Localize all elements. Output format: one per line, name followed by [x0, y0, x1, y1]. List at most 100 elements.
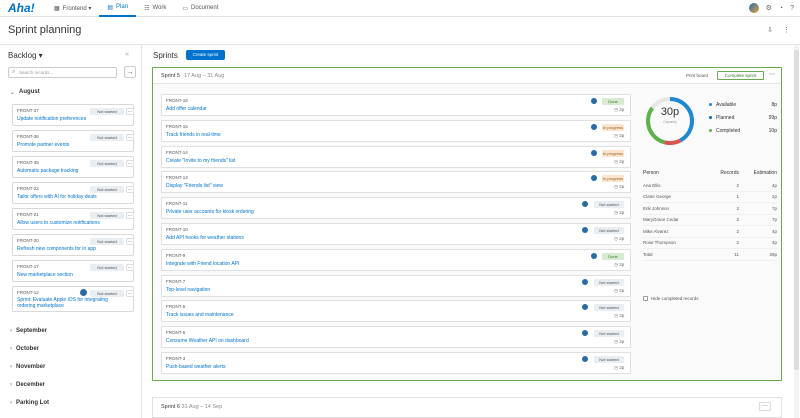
record-name[interactable]: Automatic package tracking	[17, 168, 127, 174]
backlog-search-input[interactable]: ⌕ Search records...	[8, 67, 117, 78]
status-badge[interactable]: Not started	[90, 290, 124, 297]
record-name[interactable]: Update notification preferences	[17, 116, 127, 122]
backlog-record[interactable]: FRONT-35 Not started … Automatic package…	[12, 156, 134, 178]
sprint-record[interactable]: FRONT-13 In progress Display "Friends list…	[161, 171, 631, 194]
record-name[interactable]: Consume Weather API on dashboard	[166, 338, 249, 344]
record-name[interactable]: New marketplace section	[17, 272, 127, 278]
backlog-title[interactable]: Backlog ▾	[8, 51, 43, 60]
more-icon[interactable]: ⋮	[783, 26, 790, 34]
assignee-avatar[interactable]	[582, 278, 588, 285]
more-button[interactable]: …	[126, 212, 134, 219]
status-badge[interactable]: Done	[602, 252, 624, 260]
backlog-record[interactable]: FRONT-20 Not started … Refresh new compo…	[12, 234, 134, 256]
tab-frontend[interactable]: ▦ Frontend ▾	[46, 0, 99, 17]
status-badge[interactable]: Not started	[594, 356, 624, 363]
help-icon[interactable]: ?	[790, 5, 794, 12]
month-august[interactable]: ⌄ August	[10, 89, 40, 96]
status-badge[interactable]: Not started	[594, 278, 624, 286]
record-name[interactable]: Sprint: Evaluate Apple iOS for integrati…	[17, 297, 127, 309]
status-badge[interactable]: In progress	[602, 175, 624, 183]
record-name[interactable]: Refresh new components for in app	[17, 246, 127, 252]
sprint-name[interactable]: Sprint 5	[161, 73, 180, 79]
record-name[interactable]: Integrate with Friend location API	[166, 261, 239, 267]
more-button[interactable]: …	[126, 290, 134, 297]
month-october[interactable]: › October	[10, 346, 39, 352]
aha-logo[interactable]: Aha!	[8, 1, 46, 15]
record-name[interactable]: Top-level navigation	[166, 287, 210, 293]
assignee-avatar[interactable]	[591, 98, 597, 104]
record-name[interactable]: Private user accounts for kiosk ordering	[166, 209, 254, 215]
settings-icon[interactable]: ⚙	[766, 4, 772, 12]
more-icon[interactable]: ⋯	[769, 71, 775, 78]
sprint-record[interactable]: FRONT-9 Done Integrate with Friend locatio…	[161, 248, 631, 271]
more-button[interactable]: …	[126, 108, 134, 115]
add-record-button[interactable]: →	[124, 66, 136, 78]
record-name[interactable]: Display "Friends list" view	[166, 183, 223, 189]
sprint-record[interactable]: FRONT-18 Done Add offer calendar ◷ 2p	[161, 94, 631, 116]
record-name[interactable]: Add API hooks for weather stations	[166, 235, 244, 241]
assignee-avatar[interactable]	[582, 201, 588, 208]
tab-work[interactable]: ☷ Work	[136, 0, 174, 17]
record-name[interactable]: Create "Invite to my friends" list	[166, 158, 235, 164]
more-button[interactable]: …	[126, 238, 134, 245]
assignee-avatar[interactable]	[582, 227, 588, 233]
tab-document[interactable]: ▭ Document	[174, 0, 226, 17]
backlog-record[interactable]: FRONT-22 Not started … Tailor offers wit…	[12, 182, 134, 204]
month-december[interactable]: › December	[10, 382, 45, 388]
assignee-avatar[interactable]	[80, 289, 87, 296]
sprint-record[interactable]: FRONT-10 Not started Add API hooks for wea…	[161, 223, 631, 245]
backlog-record[interactable]: FRONT-37 Not started … Update notificati…	[12, 104, 134, 126]
assignee-avatar[interactable]	[591, 123, 597, 130]
checkbox[interactable]	[643, 296, 648, 301]
sprint-record[interactable]: FRONT-6 Not started Track issues and maint…	[161, 300, 631, 323]
backlog-record[interactable]: FRONT-36 Not started … Promote partner e…	[12, 130, 134, 152]
tab-plan[interactable]: ▤ Plan	[99, 0, 137, 17]
status-badge[interactable]: Not started	[90, 264, 124, 271]
status-badge[interactable]: Not started	[90, 134, 124, 141]
status-badge[interactable]: Not started	[90, 186, 124, 193]
collapse-icon[interactable]: «	[125, 51, 129, 58]
backlog-record[interactable]: FRONT-12 Not started … Sprint: Evaluate …	[12, 286, 134, 312]
sprint-record[interactable]: FRONT-5 Not started Consume Weather API on…	[161, 326, 631, 349]
sprint-record[interactable]: FRONT-3 Not started Push-based weather ale…	[161, 352, 631, 374]
parking-lot[interactable]: › Parking Lot	[10, 400, 49, 406]
status-badge[interactable]: Not started	[594, 304, 624, 312]
create-sprint-button[interactable]: Create sprint	[186, 50, 225, 60]
assignee-avatar[interactable]	[582, 304, 588, 311]
record-name[interactable]: Track issues and maintenance	[166, 312, 234, 318]
sprint-record[interactable]: FRONT-15 In progress Track friends in real…	[161, 119, 631, 142]
assignee-avatar[interactable]	[591, 175, 597, 182]
status-badge[interactable]: Not started	[90, 108, 124, 115]
scrollbar-thumb[interactable]	[794, 50, 799, 370]
record-name[interactable]: Allow users to customize notifications	[17, 220, 127, 226]
assignee-avatar[interactable]	[591, 149, 597, 156]
more-button[interactable]: …	[126, 264, 134, 271]
record-name[interactable]: Add offer calendar	[166, 106, 207, 112]
status-badge[interactable]: Not started	[594, 227, 624, 234]
backlog-record[interactable]: FRONT-17 Not started … New marketplace s…	[12, 260, 134, 282]
assignee-avatar[interactable]	[591, 252, 597, 259]
notifications-icon[interactable]: ◔	[779, 5, 783, 12]
avatar[interactable]	[748, 3, 759, 13]
backlog-record[interactable]: FRONT-21 Not started … Allow users to cu…	[12, 208, 134, 230]
share-icon[interactable]: ⇩	[767, 26, 773, 34]
more-button[interactable]: …	[759, 402, 771, 411]
status-badge[interactable]: Not started	[594, 330, 624, 338]
status-badge[interactable]: Not started	[90, 160, 124, 167]
sprint-name[interactable]: Sprint 6	[161, 404, 180, 410]
record-name[interactable]: Push-based weather alerts	[166, 364, 225, 370]
sprint-record[interactable]: FRONT-14 In progress Create "Invite to my …	[161, 145, 631, 168]
assignee-avatar[interactable]	[582, 356, 588, 362]
sprint-record[interactable]: FRONT-11 Not started Private user accounts…	[161, 197, 631, 220]
more-button[interactable]: …	[126, 134, 134, 141]
hide-completed-toggle[interactable]: Hide completed records	[643, 296, 699, 301]
month-september[interactable]: › September	[10, 328, 47, 334]
complete-sprint-button[interactable]: Complete sprint	[717, 71, 764, 80]
record-name[interactable]: Tailor offers with AI for holiday deals	[17, 194, 127, 200]
record-name[interactable]: Track friends in real-time	[166, 132, 221, 138]
status-badge[interactable]: In progress	[602, 123, 624, 131]
status-badge[interactable]: In progress	[602, 149, 624, 157]
status-badge[interactable]: Not started	[594, 201, 624, 209]
status-badge[interactable]: Not started	[90, 212, 124, 219]
month-november[interactable]: › November	[10, 364, 45, 370]
